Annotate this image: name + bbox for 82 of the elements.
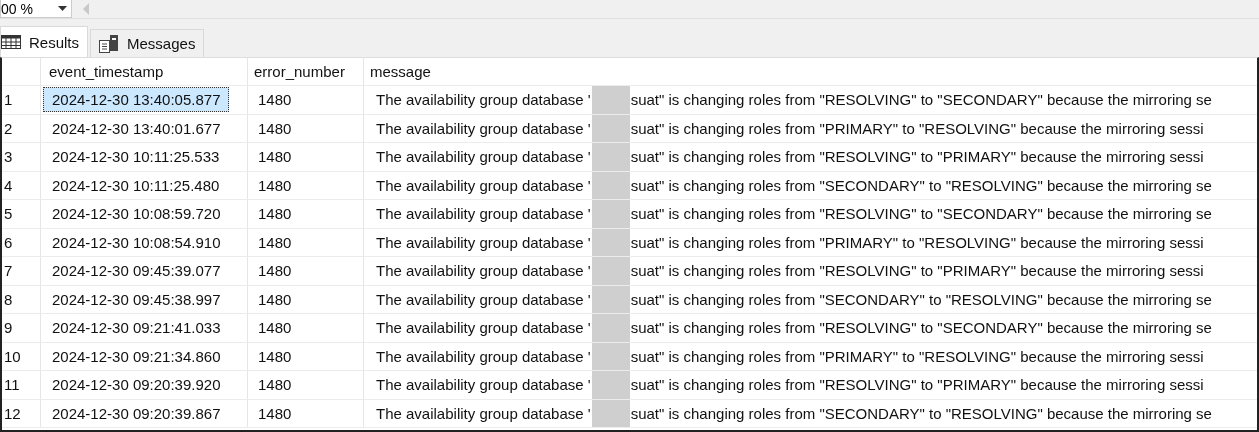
redacted-mark	[591, 399, 630, 427]
table-cell-text: 2024-12-30 10:11:25.533	[51, 147, 221, 168]
message-text: suat" is changing roles from "PRIMARY" to "RESOLVING" because the mirroring sessi	[630, 119, 1204, 137]
redacted-mark	[591, 257, 630, 285]
message-text: suat" is changing roles from "SECONDARY" to "RESOLVING" because the mirroring se	[630, 176, 1212, 194]
table-cell-text: 2024-12-30 13:40:01.677	[51, 118, 222, 139]
table-cell: 1480	[248, 86, 364, 114]
table-cell: 1480	[248, 285, 364, 313]
message-text: The availability group database '	[376, 148, 591, 166]
message-text: suat" is changing roles from "RESOLVING" to "PRIMARY" because the mirroring sessi	[630, 148, 1204, 166]
table-cell: 1480	[248, 399, 364, 427]
message-text: suat" is changing roles from "PRIMARY" to "RESOLVING" because the mirroring sessi	[630, 233, 1204, 251]
table-cell-text: 2024-12-30 09:20:39.920	[51, 375, 222, 396]
redacted-mark	[591, 171, 630, 199]
table-cell-text: 2024-12-30 09:45:38.997	[51, 289, 222, 310]
table-cell: 1480	[248, 228, 364, 256]
table-cell: 1480	[248, 114, 364, 142]
row-number: 4	[2, 171, 41, 199]
row-number: 6	[2, 228, 41, 256]
table-cell: 1480	[248, 371, 364, 399]
row-number: 12	[2, 399, 41, 427]
redacted-mark	[591, 371, 630, 399]
result-tab[interactable]: Results	[0, 26, 89, 57]
row-number: 9	[2, 314, 41, 342]
table-cell-text: 2024-12-30 09:21:41.033	[51, 318, 222, 339]
message-text: The availability group database '	[376, 290, 591, 308]
message-text: suat" is changing roles from "RESOLVING" to "SECONDARY" because the mirroring se	[630, 91, 1212, 109]
table-cell: 2024-12-30 13:40:05.877	[43, 87, 230, 113]
table-cell-text: 2024-12-30 10:08:59.720	[51, 204, 222, 225]
message-text: The availability group database '	[376, 91, 591, 109]
message-text: suat" is changing roles from "RESOLVING" to "SECONDARY" because the mirroring se	[630, 319, 1212, 337]
scroll-left-icon[interactable]	[82, 3, 90, 15]
zoom-dropdown[interactable]: 00 %	[0, 0, 72, 18]
row-number: 11	[2, 371, 41, 399]
message-text: The availability group database '	[376, 205, 591, 223]
redacted-mark	[591, 342, 630, 370]
message-text: suat" is changing roles from "PRIMARY" to "RESOLVING" because the mirroring sessi	[630, 347, 1204, 365]
message-text: The availability group database '	[376, 404, 591, 422]
redacted-mark	[591, 143, 630, 171]
row-number: 3	[2, 143, 41, 171]
message-text: The availability group database '	[376, 176, 591, 194]
table-cell: 1480	[248, 200, 364, 228]
column-header[interactable]: event_timestamp	[41, 58, 248, 85]
document-icon	[99, 34, 120, 53]
message-text: suat" is changing roles from "RESOLVING" to "PRIMARY" because the mirroring sessi	[630, 262, 1204, 280]
redacted-mark	[591, 228, 630, 256]
message-text: The availability group database '	[376, 119, 591, 137]
row-number: 8	[2, 285, 41, 313]
message-text: suat" is changing roles from "RESOLVING" to "PRIMARY" because the mirroring sessi	[630, 376, 1204, 394]
caret-icon	[58, 6, 67, 11]
message-text: suat" is changing roles from "SECONDARY" to "RESOLVING" because the mirroring se	[630, 290, 1212, 308]
row-number: 2	[2, 114, 41, 142]
row-number: 7	[2, 257, 41, 285]
message-text: The availability group database '	[376, 347, 591, 365]
table-cell-text: 2024-12-30 09:20:39.867	[51, 403, 222, 424]
table-cell: 1480	[248, 257, 364, 285]
message-text: The availability group database '	[376, 233, 591, 251]
redacted-mark	[591, 285, 630, 313]
table-cell: 1480	[248, 314, 364, 342]
table-cell-text: 2024-12-30 09:21:34.860	[51, 346, 222, 367]
result-tab[interactable]: Messages	[90, 29, 205, 57]
table-cell-text: 2024-12-30 09:45:39.077	[51, 261, 222, 282]
table-cell: 1480	[248, 342, 364, 370]
redacted-mark	[591, 86, 630, 114]
table-cell: 1480	[248, 171, 364, 199]
row-number: 1	[2, 86, 41, 114]
table-cell-text: 2024-12-30 10:11:25.480	[51, 175, 221, 196]
redacted-mark	[591, 200, 630, 228]
row-number: 5	[2, 200, 41, 228]
redacted-mark	[591, 314, 630, 342]
column-header[interactable]: error_number	[248, 58, 364, 85]
grid-icon	[1, 35, 21, 49]
row-number: 10	[2, 342, 41, 370]
message-text: The availability group database '	[376, 376, 591, 394]
table-cell: 1480	[248, 143, 364, 171]
message-text: The availability group database '	[376, 262, 591, 280]
column-header[interactable]: message	[364, 58, 1257, 85]
redacted-mark	[591, 114, 630, 142]
message-text: suat" is changing roles from "RESOLVING" to "SECONDARY" because the mirroring se	[630, 205, 1212, 223]
message-text: The availability group database '	[376, 319, 591, 337]
table-cell-text: 2024-12-30 10:08:54.910	[51, 232, 222, 253]
message-text: suat" is changing roles from "SECONDARY" to "RESOLVING" because the mirroring se	[630, 404, 1212, 422]
